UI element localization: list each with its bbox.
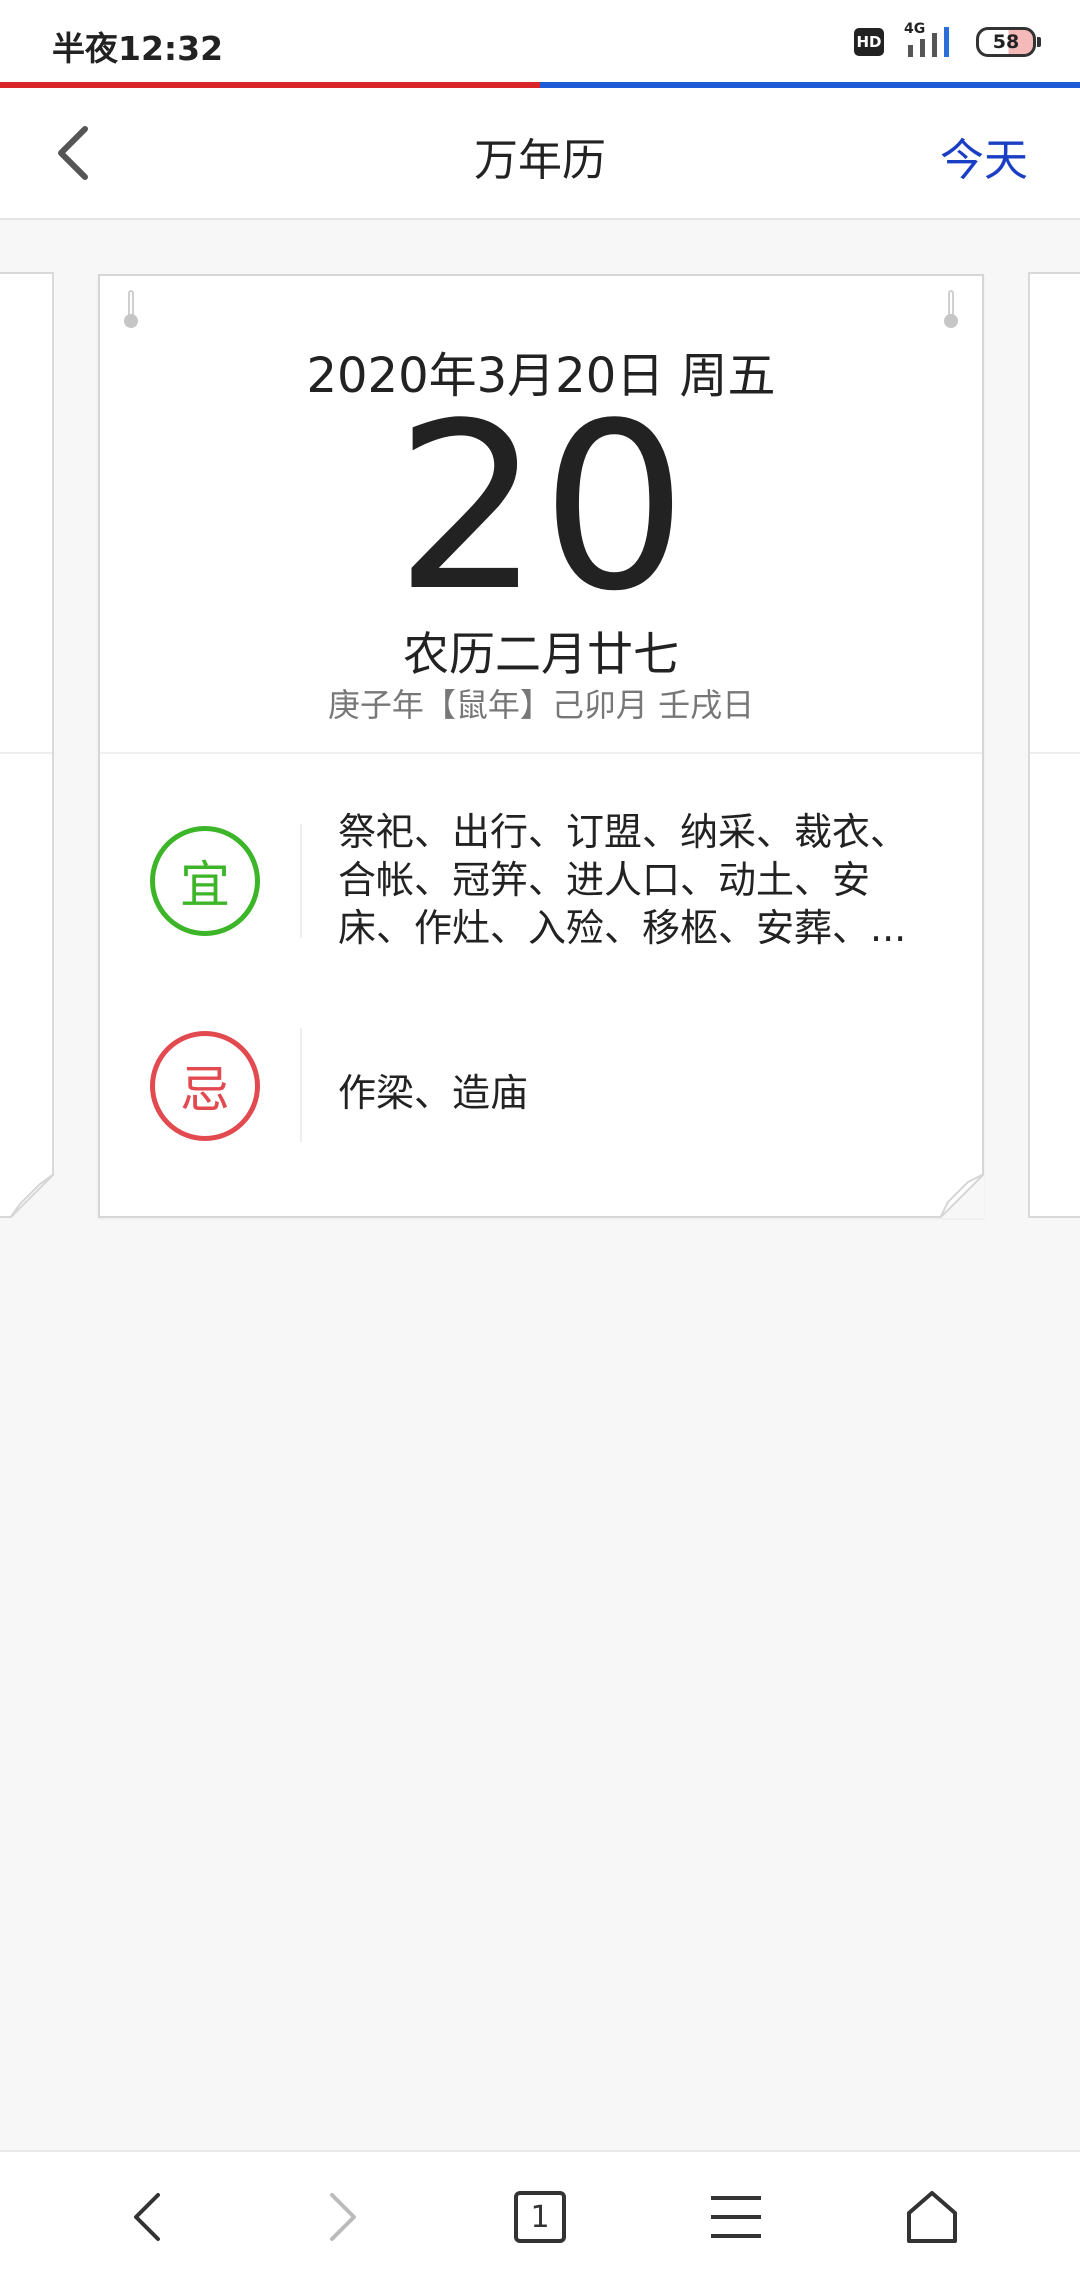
browser-back-button[interactable] — [108, 2182, 188, 2252]
ji-badge: 忌 — [150, 1031, 260, 1141]
status-icons: HD 4G 58 — [854, 21, 1041, 62]
menu-button[interactable] — [696, 2182, 776, 2252]
page-fold-icon — [10, 1174, 54, 1218]
back-icon — [134, 2193, 160, 2241]
yi-activities: 祭祀、出行、订盟、纳采、裁衣、合帐、冠笄、进人口、动土、安床、作灶、入殓、移柩、… — [338, 810, 909, 950]
tabs-icon: 1 — [514, 2191, 566, 2243]
home-icon — [907, 2191, 957, 2243]
page-fold-icon — [940, 1174, 984, 1218]
battery-icon: 58 — [976, 27, 1041, 57]
previous-day-card[interactable] — [0, 272, 54, 1218]
binder-ring-icon — [124, 290, 138, 328]
browser-forward-button[interactable] — [302, 2182, 382, 2252]
status-bar: 半夜12:32 HD 4G 58 — [0, 0, 1080, 82]
today-button[interactable]: 今天 — [940, 124, 1028, 188]
ganzhi-date: 庚子年【鼠年】己卯月 壬戌日 — [327, 686, 755, 724]
menu-icon — [711, 2196, 761, 2238]
status-time: 半夜12:32 — [52, 29, 224, 68]
ji-activities: 作梁、造庙 — [338, 1071, 529, 1115]
yi-badge: 宜 — [150, 826, 260, 936]
separator — [300, 1028, 302, 1142]
binder-ring-icon — [944, 290, 958, 328]
home-button[interactable] — [892, 2182, 972, 2252]
day-number: 20 — [394, 375, 688, 642]
page-title: 万年历 — [474, 135, 606, 186]
network-type: 4G — [904, 21, 926, 37]
browser-toolbar: 1 — [0, 2150, 1080, 2280]
forward-icon — [330, 2193, 356, 2241]
separator — [300, 824, 302, 938]
app-header: 万年历 今天 — [0, 88, 1080, 220]
battery-level: 58 — [992, 31, 1020, 53]
next-day-card[interactable] — [1028, 272, 1080, 1218]
hd-icon: HD — [854, 28, 884, 56]
tab-count: 1 — [530, 2199, 550, 2235]
card-divider — [100, 752, 982, 754]
lunar-date: 农历二月廿七 — [403, 627, 679, 681]
tabs-button[interactable]: 1 — [500, 2182, 580, 2252]
signal-icon: 4G — [898, 21, 962, 61]
calendar-day-card[interactable]: 2020年3月20日 周五 20 农历二月廿七 庚子年【鼠年】己卯月 壬戌日 宜… — [98, 274, 984, 1218]
